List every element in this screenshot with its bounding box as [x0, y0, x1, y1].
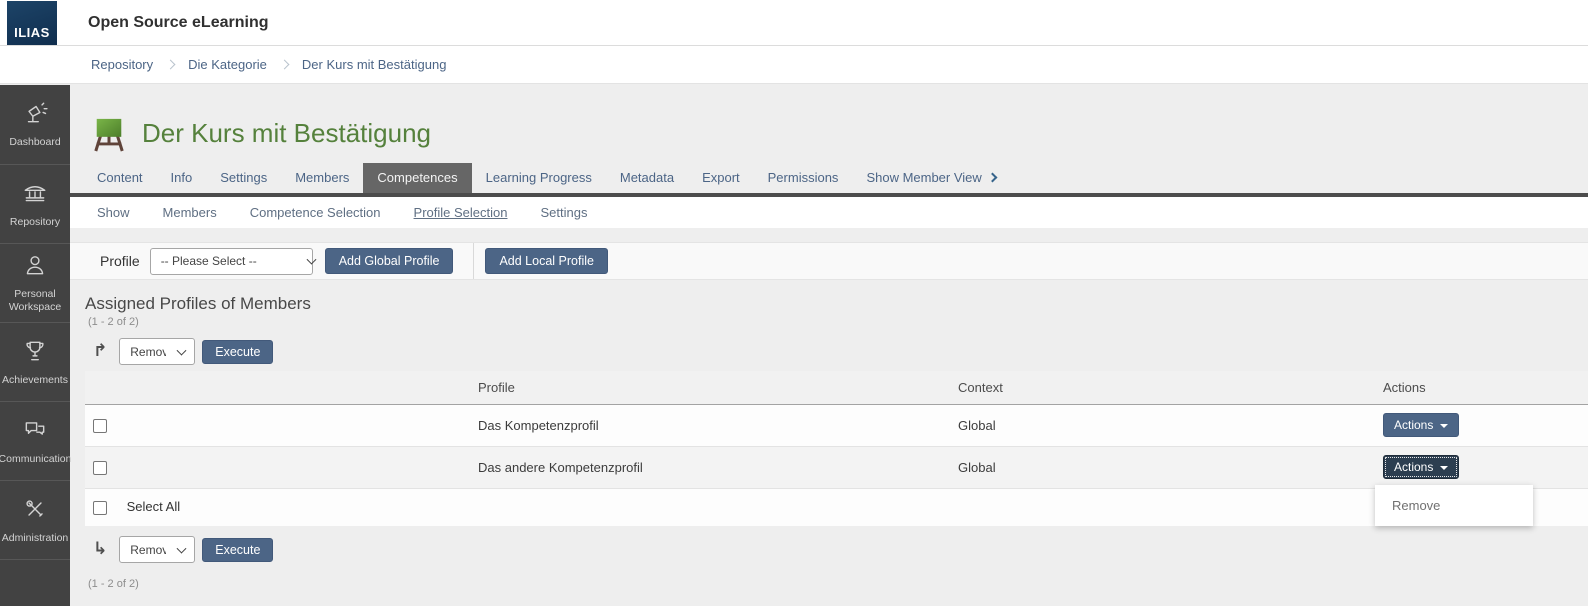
caret-down-icon — [1440, 466, 1448, 470]
tab-info[interactable]: Info — [157, 163, 207, 193]
add-local-profile-button[interactable]: Add Local Profile — [485, 248, 608, 274]
profile-column-header: Profile — [478, 371, 958, 404]
sidebar-item-personal-workspace[interactable]: Personal Workspace — [0, 243, 70, 322]
assigned-profiles-section: Assigned Profiles of Members (1 - 2 of 2… — [70, 294, 1588, 590]
select-all-row: Select All — [85, 488, 1588, 526]
tab-settings[interactable]: Settings — [206, 163, 281, 193]
profile-cell: Das andere Kompetenzprofil — [478, 446, 958, 488]
tab-show-member-view-label: Show Member View — [866, 170, 981, 185]
breadcrumb-repository[interactable]: Repository — [91, 57, 153, 72]
profile-cell: Das Kompetenzprofil — [478, 404, 958, 446]
section-heading: Assigned Profiles of Members — [85, 294, 1588, 314]
subtab-profile-selection[interactable]: Profile Selection — [414, 205, 508, 220]
context-column-header: Context — [958, 371, 1383, 404]
sidebar-item-dashboard[interactable]: Dashboard — [0, 85, 70, 164]
row-actions-button-open[interactable]: Actions — [1383, 455, 1459, 479]
breadcrumb: Repository Die Kategorie Der Kurs mit Be… — [0, 46, 1588, 84]
tab-show-member-view[interactable]: Show Member View — [852, 163, 1009, 193]
sidebar-item-administration[interactable]: Administration — [0, 480, 70, 559]
table-header-row: Profile Context Actions — [85, 371, 1588, 404]
profile-select[interactable]: -- Please Select -- — [150, 248, 313, 275]
sidebar-item-communication[interactable]: Communication — [0, 401, 70, 480]
subtab-bar: Show Members Competence Selection Profil… — [70, 197, 1588, 228]
bulk-action-select-bottom[interactable]: Remove — [119, 536, 195, 563]
bulk-select-bottom-wrapper: Remove — [119, 536, 195, 563]
sidebar-item-repository[interactable]: Repository — [0, 164, 70, 243]
arrow-up-right-icon: ↱ — [93, 343, 107, 360]
sidebar-item-label: Repository — [8, 216, 62, 229]
actions-column-header: Actions — [1383, 371, 1588, 404]
actions-button-label: Actions — [1394, 460, 1433, 474]
profile-select-wrapper: -- Please Select -- — [150, 248, 325, 275]
tab-metadata[interactable]: Metadata — [606, 163, 688, 193]
app-header: ILIAS Open Source eLearning — [0, 0, 1588, 46]
bank-icon — [22, 180, 48, 211]
tab-bar: Content Info Settings Members Competence… — [70, 164, 1588, 197]
actions-button-label: Actions — [1394, 418, 1433, 432]
arrow-down-right-icon: ↳ — [93, 541, 107, 558]
sidebar-item-label: Personal Workspace — [0, 288, 70, 313]
main-sidebar: Dashboard Repository Personal Workspace … — [0, 85, 70, 606]
tab-members[interactable]: Members — [281, 163, 363, 193]
select-all-label: Select All — [127, 499, 180, 514]
tools-icon — [22, 496, 48, 527]
bulk-command-row-bottom: ↳ Remove Execute — [85, 532, 1588, 569]
sidebar-item-label: Communication — [0, 453, 73, 466]
subtab-competence-selection[interactable]: Competence Selection — [250, 205, 381, 220]
checkbox-column-header — [85, 371, 478, 404]
profile-label: Profile — [100, 253, 140, 269]
table-row: Das Kompetenzprofil Global Actions — [85, 404, 1588, 446]
sidebar-item-label: Administration — [0, 532, 70, 545]
app-title: Open Source eLearning — [88, 14, 268, 32]
subtab-settings[interactable]: Settings — [540, 205, 587, 220]
profile-toolbar: Profile -- Please Select -- Add Global P… — [70, 242, 1588, 280]
menu-item-remove[interactable]: Remove — [1375, 489, 1533, 522]
table-row: Das andere Kompetenzprofil Global Action… — [85, 446, 1588, 488]
context-cell: Global — [958, 446, 1383, 488]
subtab-members[interactable]: Members — [163, 205, 217, 220]
course-easel-icon — [92, 116, 126, 152]
chevron-right-icon — [279, 60, 289, 70]
pagination-bottom: (1 - 2 of 2) — [88, 578, 1588, 590]
breadcrumb-course[interactable]: Der Kurs mit Bestätigung — [302, 57, 447, 72]
actions-dropdown-menu: Remove — [1375, 485, 1533, 526]
page-title: Der Kurs mit Bestätigung — [142, 118, 431, 149]
tab-competences[interactable]: Competences — [363, 163, 471, 193]
sidebar-item-label: Achievements — [0, 374, 70, 387]
sidebar-item-label: Dashboard — [7, 136, 62, 149]
caret-down-icon — [1440, 424, 1448, 428]
chevron-right-icon — [987, 173, 997, 183]
row-checkbox[interactable] — [93, 419, 107, 433]
execute-button-top[interactable]: Execute — [202, 340, 273, 364]
tab-export[interactable]: Export — [688, 163, 754, 193]
add-global-profile-button[interactable]: Add Global Profile — [325, 248, 454, 274]
lamp-icon — [22, 100, 48, 131]
bulk-select-top-wrapper: Remove — [119, 338, 195, 365]
user-icon — [22, 252, 48, 283]
chevron-right-icon — [166, 60, 176, 70]
subtab-show[interactable]: Show — [97, 205, 130, 220]
sidebar-item-achievements[interactable]: Achievements — [0, 322, 70, 401]
bulk-action-select-top[interactable]: Remove — [119, 338, 195, 365]
execute-button-bottom[interactable]: Execute — [202, 538, 273, 562]
trophy-icon — [22, 338, 48, 369]
breadcrumb-category[interactable]: Die Kategorie — [188, 57, 267, 72]
pagination-top: (1 - 2 of 2) — [88, 316, 1588, 328]
profiles-table: Profile Context Actions Das Kompetenzpro… — [85, 371, 1588, 526]
page-title-block: Der Kurs mit Bestätigung — [70, 84, 1588, 164]
row-checkbox[interactable] — [93, 461, 107, 475]
ilias-logo[interactable]: ILIAS — [7, 1, 57, 45]
sidebar-filler — [0, 559, 70, 606]
row-actions-button[interactable]: Actions — [1383, 413, 1459, 437]
tab-permissions[interactable]: Permissions — [754, 163, 853, 193]
tab-content[interactable]: Content — [83, 163, 157, 193]
tab-learning-progress[interactable]: Learning Progress — [472, 163, 606, 193]
chat-icon — [22, 417, 48, 448]
main-content: Der Kurs mit Bestätigung Content Info Se… — [70, 84, 1588, 590]
spacer — [70, 228, 1588, 242]
context-cell: Global — [958, 404, 1383, 446]
bulk-command-row-top: ↱ Remove Execute — [85, 334, 1588, 371]
toolbar-divider — [473, 243, 474, 279]
select-all-checkbox[interactable] — [93, 501, 107, 515]
